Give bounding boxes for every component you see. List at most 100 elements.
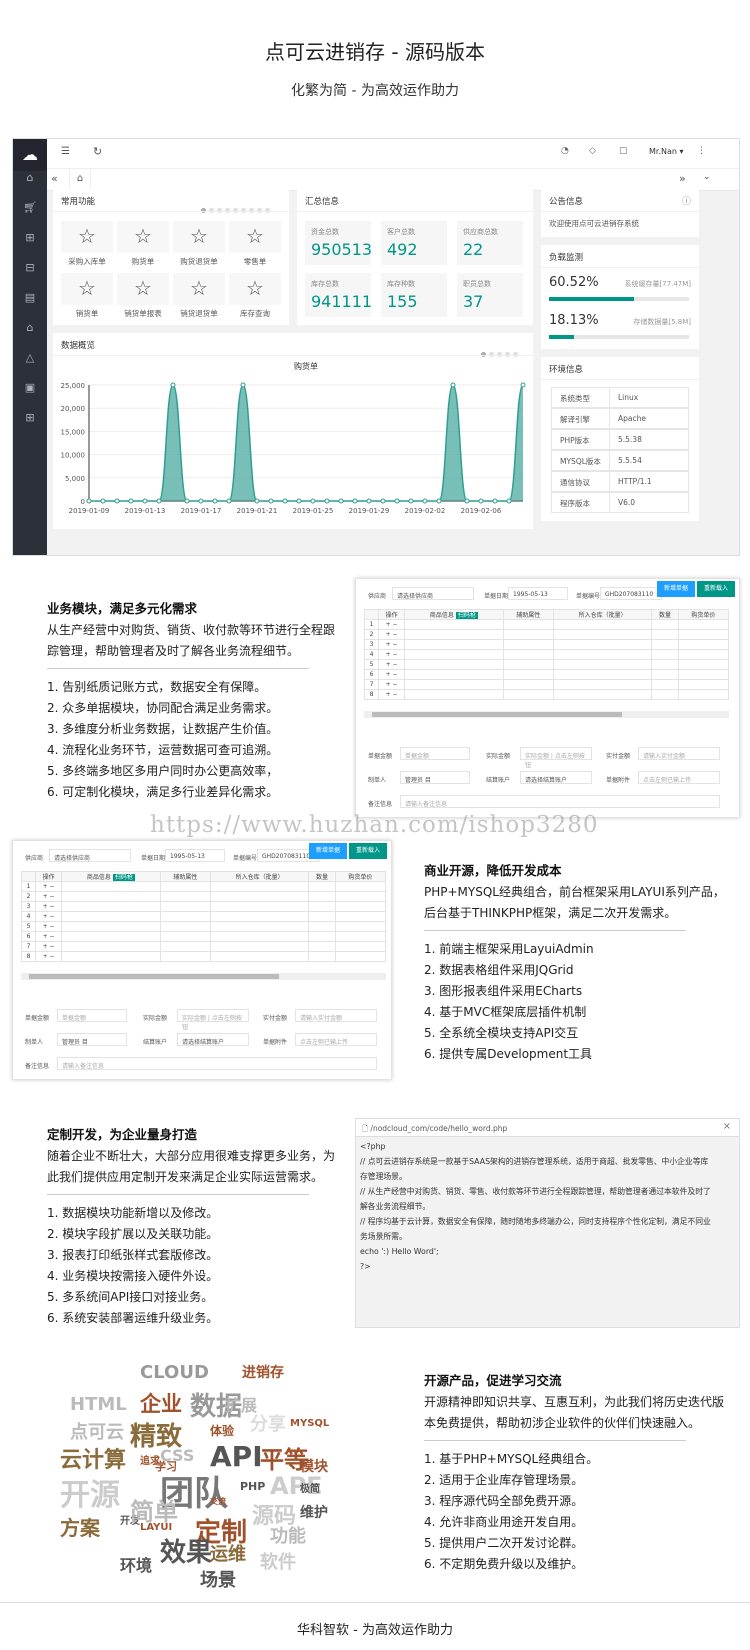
attachment-input[interactable]: 点击左侧已输上传 [638, 771, 720, 784]
data-point [282, 498, 288, 504]
cloud-word: PHP [240, 1480, 266, 1493]
overview-title: 数据概览 [61, 341, 96, 351]
quick-item[interactable]: ☆ 购货退货单 [173, 221, 225, 267]
quick-item[interactable]: ☆ 零售单 [229, 221, 281, 267]
supplier-select[interactable]: 请选择供应商 [49, 849, 131, 862]
money-icon[interactable]: △ [13, 351, 47, 364]
quick-item[interactable]: ☆ 销货退货单 [173, 273, 225, 319]
report-icon[interactable]: ▣ [13, 381, 47, 394]
list-item: 2. 数据表格组件采用JQGrid [424, 963, 574, 977]
data-point [520, 382, 526, 388]
cloud-logo-icon: ☁ [22, 145, 38, 164]
tag-icon[interactable]: ◇ [589, 146, 596, 156]
tab-home-icon[interactable]: ⌂ [69, 169, 91, 190]
quick-item[interactable]: ☆ 销货单报表 [117, 273, 169, 319]
account-select[interactable]: 请选择结算账户 [520, 771, 592, 784]
x-tick-label: 2019-01-25 [293, 507, 334, 515]
code-line: ?> [360, 1262, 371, 1271]
tab-menu-icon[interactable]: ⌄ [703, 172, 711, 182]
order-amount-input[interactable]: 单据金额 [57, 1009, 127, 1022]
x-tick-label: 2019-01-13 [125, 507, 166, 515]
maker-select[interactable]: 管理员 目 [57, 1033, 127, 1046]
tab-right-icon[interactable]: » [679, 172, 686, 185]
quick-pager[interactable] [201, 198, 273, 217]
data-point [114, 498, 120, 504]
list-item: 2. 适用于企业库存管理场景。 [424, 1473, 584, 1487]
warehouse-icon[interactable]: ⌂ [13, 321, 47, 334]
actual-amount-input[interactable]: 实际金额 | 点击左侧按钮 [177, 1009, 249, 1031]
no-input[interactable]: GHD207083110 [600, 587, 662, 600]
apps-icon[interactable]: ⊞ [13, 411, 47, 424]
table-scrollbar[interactable] [21, 973, 386, 980]
watermark: https://www.huzhan.com/ishop3280 [150, 812, 599, 838]
code-line: 务场景所需。 [360, 1232, 407, 1241]
data-point [338, 498, 344, 504]
remark-input[interactable]: 请输入备注信息 [400, 795, 720, 808]
cart-retail-icon[interactable]: ⊟ [13, 261, 47, 274]
actual-amount-input[interactable]: 实际金额 | 点击左侧按钮 [520, 747, 592, 769]
screen-icon[interactable]: ▢ [619, 146, 628, 156]
info-icon[interactable]: ⓘ [682, 194, 691, 207]
date-input[interactable]: 1995-05-13 [508, 587, 568, 600]
list-item: 5. 多系统间API接口对接业务。 [47, 1290, 214, 1304]
stat-card: 库存总数 941111 [305, 273, 372, 317]
new-order-button[interactable]: 新增单据 [309, 843, 347, 859]
cloud-word: 功能 [270, 1526, 306, 1547]
account-select[interactable]: 请选择结算账户 [177, 1033, 249, 1046]
supplier-select[interactable]: 请选择供应商 [392, 587, 474, 600]
tab-bar: « ⌂ » ⌄ [47, 169, 739, 191]
quick-item[interactable]: ☆ 库存查询 [229, 273, 281, 319]
attachment-input[interactable]: 点击左侧已输上传 [295, 1033, 377, 1046]
storage-icon[interactable]: ▤ [13, 291, 47, 304]
data-point [128, 498, 134, 504]
data-point [310, 498, 316, 504]
load-label: 系统缓存量[77.47M] [624, 280, 691, 288]
notice-card: 公告信息 ⓘ 欢迎使用点可云进销存系统 [541, 189, 699, 237]
load-bar [549, 297, 689, 301]
list-item: 1. 前端主框架采用LayuiAdmin [424, 942, 594, 956]
remark-input[interactable]: 请输入备注信息 [57, 1057, 377, 1070]
home-icon[interactable]: ⌂ [13, 171, 47, 184]
quick-item[interactable]: ☆ 采购入库单 [61, 221, 113, 267]
menu-toggle-icon[interactable]: ☰ [61, 146, 70, 157]
date-input[interactable]: 1995-05-13 [165, 849, 225, 862]
cart-icon[interactable]: 🛒︎ [13, 201, 47, 214]
user-menu[interactable]: Mr.Nan ▾ [649, 147, 684, 156]
table-scrollbar[interactable] [364, 711, 729, 718]
table-row: 3 + − [364, 639, 730, 650]
paid-amount-input[interactable]: 请输入实付金额 [295, 1009, 377, 1022]
env-row: 程序版本 V6.0 [551, 492, 689, 513]
list-item: 5. 多终端多地区多用户同时办公更高效率， [47, 764, 279, 778]
cloud-word: 运维 [210, 1544, 246, 1565]
date-label: 单据日期 [484, 593, 509, 600]
x-tick-label: 2019-01-09 [69, 507, 110, 515]
order-form-screenshot: 供应商 请选择供应商 单据日期 1995-05-13 单据编号 GHD20708… [12, 840, 392, 1080]
tab-left-icon[interactable]: « [51, 172, 58, 185]
more-icon[interactable]: ⋮ [697, 146, 706, 156]
divider [424, 930, 686, 931]
quick-item[interactable]: ☆ 销货单 [61, 273, 113, 319]
quick-item[interactable]: ☆ 购货单 [117, 221, 169, 267]
paid-amount-input[interactable]: 请输入实付金额 [638, 747, 720, 760]
reload-button[interactable]: 重新载入 [697, 581, 735, 597]
theme-icon[interactable]: ◔ [561, 146, 569, 156]
cart-sell-icon[interactable]: ⊞ [13, 231, 47, 244]
x-tick-label: 2019-02-06 [461, 507, 502, 515]
env-row: PHP版本 5.5.38 [551, 429, 689, 450]
reload-button[interactable]: 重新载入 [349, 843, 387, 859]
page-title: 点可云进销存 - 源码版本 [265, 40, 485, 64]
load-pct: 60.52% [549, 275, 599, 290]
new-order-button[interactable]: 新增单据 [657, 581, 695, 597]
feature4-title: 开源产品，促进学习交流 [424, 1373, 562, 1388]
code-line: 解各业务流程细节。 [360, 1202, 431, 1211]
order-amount-input[interactable]: 单据金额 [400, 747, 470, 760]
chart-title: 购货单 [294, 361, 318, 371]
maker-select[interactable]: 管理员 目 [400, 771, 470, 784]
refresh-icon[interactable]: ↻ [93, 145, 102, 158]
code-line: echo ':) Hello Word'; [360, 1247, 439, 1256]
close-icon[interactable]: × [723, 1121, 731, 1132]
cloud-word: 方案 [60, 1516, 100, 1540]
data-point [478, 498, 484, 504]
list-item: 1. 告别纸质记账方式，数据安全有保障。 [47, 680, 267, 694]
x-tick-label: 2019-01-21 [237, 507, 278, 515]
